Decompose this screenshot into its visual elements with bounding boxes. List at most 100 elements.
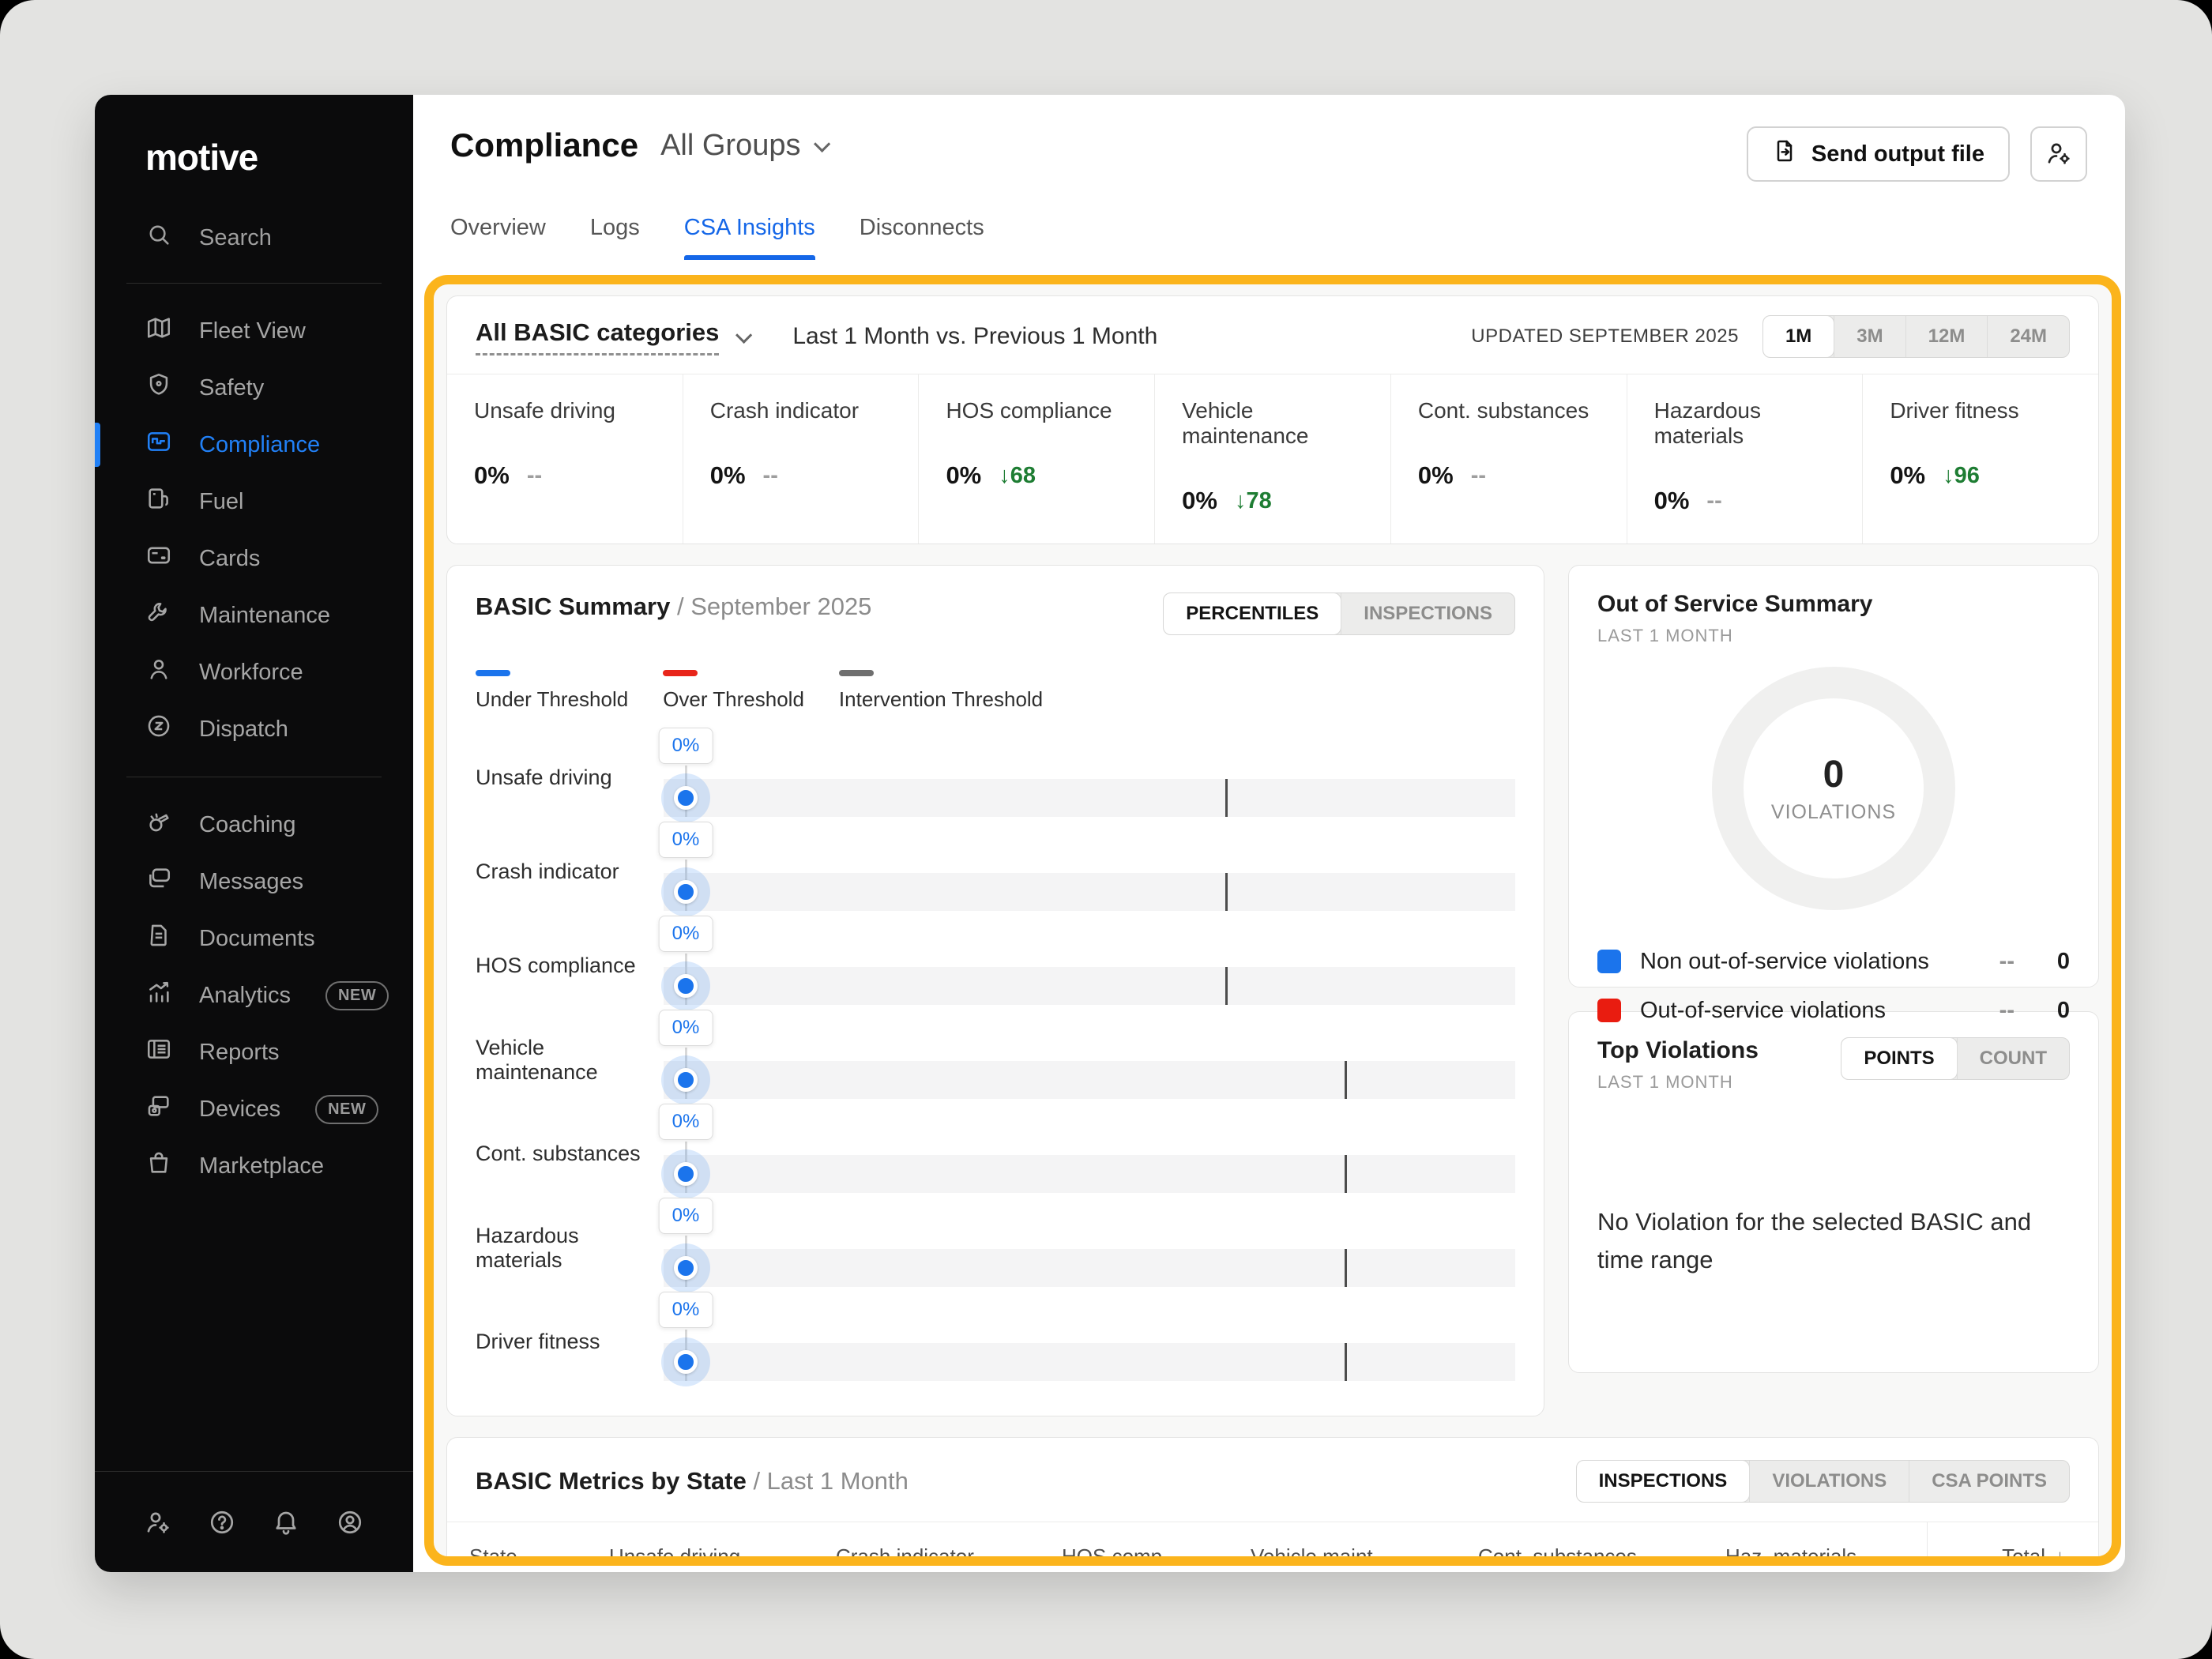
send-output-file-button[interactable]: Send output file bbox=[1747, 126, 2010, 182]
dispatch-icon bbox=[145, 713, 172, 746]
admin-user-gear-icon[interactable] bbox=[144, 1508, 172, 1537]
out-of-service-card: Out of Service Summary LAST 1 MONTH 0 VI… bbox=[1568, 565, 2099, 988]
toggle-count[interactable]: COUNT bbox=[1957, 1038, 2069, 1079]
range-3m[interactable]: 3M bbox=[1834, 316, 1905, 357]
sidebar-item-coaching[interactable]: Coaching bbox=[95, 796, 413, 853]
person-icon bbox=[145, 656, 172, 689]
profile-icon[interactable] bbox=[336, 1508, 364, 1537]
column-header-crash-indicator[interactable]: Crash indicator bbox=[836, 1522, 1062, 1566]
data-point-dot[interactable] bbox=[674, 880, 698, 904]
data-point-dot[interactable] bbox=[674, 1068, 698, 1092]
range-1m[interactable]: 1M bbox=[1763, 316, 1834, 357]
sidebar-search[interactable]: Search bbox=[95, 179, 413, 283]
new-badge: NEW bbox=[325, 981, 389, 1010]
sidebar-item-devices[interactable]: Devices NEW bbox=[95, 1081, 413, 1138]
help-icon[interactable] bbox=[208, 1508, 236, 1537]
column-header-state[interactable]: State bbox=[447, 1522, 609, 1566]
sidebar: motive Search Fleet View Safety Complian… bbox=[95, 95, 413, 1572]
map-icon bbox=[145, 314, 172, 348]
fuel-pump-icon bbox=[145, 485, 172, 518]
comparison-label: Last 1 Month vs. Previous 1 Month bbox=[792, 323, 1157, 350]
sidebar-item-reports[interactable]: Reports bbox=[95, 1024, 413, 1081]
chart-row-label: Driver fitness bbox=[476, 1295, 664, 1389]
stat-label: Vehicle maintenance bbox=[1182, 398, 1364, 449]
legend-delta: -- bbox=[1959, 998, 2014, 1024]
column-header-vehicle-maint[interactable]: Vehicle maint. bbox=[1251, 1522, 1478, 1566]
chart-row-label: HOS compliance bbox=[476, 919, 664, 1013]
stat-label: Hazardous materials bbox=[1654, 398, 1836, 449]
sidebar-item-maintenance[interactable]: Maintenance bbox=[95, 587, 413, 644]
data-point-dot[interactable] bbox=[674, 974, 698, 998]
csa-insights-highlight-region: All BASIC categories Last 1 Month vs. Pr… bbox=[424, 275, 2121, 1566]
group-selector[interactable]: All Groups bbox=[660, 129, 826, 163]
sidebar-item-messages[interactable]: Messages bbox=[95, 853, 413, 910]
sidebar-item-cards[interactable]: Cards bbox=[95, 530, 413, 587]
stat-label: Cont. substances bbox=[1418, 398, 1600, 423]
stat-vehicle-maintenance: Vehicle maintenance 0%↓78 bbox=[1154, 374, 1390, 544]
stat-cont-substances: Cont. substances 0%-- bbox=[1390, 374, 1627, 544]
column-header-haz-materials[interactable]: Haz. materials bbox=[1725, 1522, 1927, 1566]
toggle-csa-points[interactable]: CSA POINTS bbox=[1909, 1461, 2069, 1502]
toggle-percentiles[interactable]: PERCENTILES bbox=[1164, 593, 1341, 634]
analytics-icon bbox=[145, 979, 172, 1012]
stat-value: 0% bbox=[474, 461, 510, 490]
toggle-violations[interactable]: VIOLATIONS bbox=[1749, 1461, 1909, 1502]
sidebar-item-marketplace[interactable]: Marketplace bbox=[95, 1138, 413, 1194]
desktop-background: motive Search Fleet View Safety Complian… bbox=[0, 0, 2212, 1659]
chart-row-label: Vehicle maintenance bbox=[476, 1013, 664, 1107]
value-tooltip: 0% bbox=[659, 728, 713, 764]
page-title: Compliance bbox=[450, 126, 638, 164]
data-point-dot[interactable] bbox=[674, 786, 698, 810]
compliance-icon bbox=[145, 428, 172, 461]
sidebar-item-safety[interactable]: Safety bbox=[95, 359, 413, 416]
stat-value: 0% bbox=[1654, 487, 1690, 515]
legend-count: 0 bbox=[2014, 949, 2070, 975]
main-content: Compliance All Groups Send output file O… bbox=[413, 95, 2125, 1572]
sidebar-item-fuel[interactable]: Fuel bbox=[95, 473, 413, 530]
wrench-icon bbox=[145, 599, 172, 632]
threshold-legend: Under Threshold Over Threshold Intervent… bbox=[476, 670, 1515, 712]
sidebar-item-dispatch[interactable]: Dispatch bbox=[95, 701, 413, 758]
tab-csa-insights[interactable]: CSA Insights bbox=[684, 215, 815, 260]
search-icon bbox=[145, 221, 172, 254]
data-point-dot[interactable] bbox=[674, 1350, 698, 1374]
filter-bar: All BASIC categories Last 1 Month vs. Pr… bbox=[447, 296, 2098, 374]
intervention-threshold-tick bbox=[1345, 1155, 1347, 1193]
admin-settings-button[interactable] bbox=[2030, 126, 2087, 182]
sidebar-item-label: Workforce bbox=[199, 660, 303, 686]
tab-overview[interactable]: Overview bbox=[450, 215, 546, 260]
sidebar-item-analytics[interactable]: Analytics NEW bbox=[95, 967, 413, 1024]
legend-label: Non out-of-service violations bbox=[1640, 949, 1959, 975]
sidebar-item-fleet-view[interactable]: Fleet View bbox=[95, 303, 413, 359]
sort-descending-icon: ↓ bbox=[2055, 1544, 2065, 1567]
basic-category-dropdown[interactable]: All BASIC categories bbox=[476, 318, 748, 356]
legend-swatch-gray bbox=[839, 670, 874, 676]
toggle-inspections[interactable]: INSPECTIONS bbox=[1577, 1461, 1750, 1502]
tab-logs[interactable]: Logs bbox=[590, 215, 640, 260]
toggle-inspections[interactable]: INSPECTIONS bbox=[1341, 593, 1514, 634]
notifications-bell-icon[interactable] bbox=[272, 1508, 300, 1537]
sidebar-item-label: Documents bbox=[199, 926, 315, 952]
stat-delta: -- bbox=[1471, 463, 1486, 489]
sidebar-item-label: Compliance bbox=[199, 432, 320, 458]
chart-row-unsafe-driving: Unsafe driving 0% bbox=[476, 731, 1515, 825]
column-header-hos-comp[interactable]: HOS comp. bbox=[1062, 1522, 1251, 1566]
column-header-cont-substances[interactable]: Cont. substances bbox=[1478, 1522, 1725, 1566]
sidebar-item-documents[interactable]: Documents bbox=[95, 910, 413, 967]
sidebar-item-workforce[interactable]: Workforce bbox=[95, 644, 413, 701]
data-point-dot[interactable] bbox=[674, 1162, 698, 1186]
violations-mode-toggle: POINTS COUNT bbox=[1841, 1037, 2070, 1080]
toggle-points[interactable]: POINTS bbox=[1841, 1038, 1956, 1079]
stat-delta: ↓78 bbox=[1235, 488, 1272, 514]
range-12m[interactable]: 12M bbox=[1905, 316, 1988, 357]
group-selector-value: All Groups bbox=[660, 129, 800, 163]
sidebar-item-compliance[interactable]: Compliance bbox=[95, 416, 413, 473]
tab-disconnects[interactable]: Disconnects bbox=[860, 215, 984, 260]
column-header-unsafe-driving[interactable]: Unsafe driving bbox=[609, 1522, 836, 1566]
column-header-total[interactable]: Total↓ bbox=[1927, 1522, 2098, 1566]
basic-summary-card: BASIC Summary / September 2025 PERCENTIL… bbox=[446, 565, 1544, 1416]
data-point-dot[interactable] bbox=[674, 1256, 698, 1280]
whistle-icon bbox=[145, 808, 172, 841]
range-24m[interactable]: 24M bbox=[1987, 316, 2069, 357]
basic-stats-row: Unsafe driving 0%-- Crash indicator 0%--… bbox=[447, 374, 2098, 544]
